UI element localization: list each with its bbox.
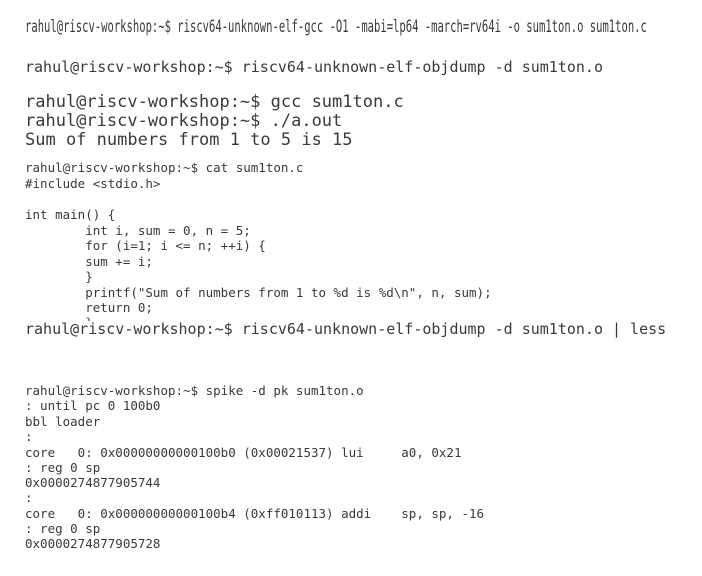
- source-line: int main() {: [25, 207, 116, 222]
- source-line: }: [25, 269, 93, 284]
- debug-line: : until pc 0 100b0: [25, 398, 161, 413]
- debug-line: bbl loader: [25, 414, 101, 429]
- gcc-command-line: rahul@riscv-workshop:~$ gcc sum1ton.c: [25, 92, 404, 112]
- debug-line: 0x0000274877905744: [25, 475, 161, 490]
- source-line: sum += i;: [25, 254, 153, 269]
- source-line: for (i=1; i <= n; ++i) {: [25, 238, 266, 253]
- objdump-less-command-line: rahul@riscv-workshop:~$ riscv64-unknown-…: [25, 320, 667, 338]
- source-line: #include <stdio.h>: [25, 176, 161, 191]
- run-command-line: rahul@riscv-workshop:~$ ./a.out: [25, 111, 343, 131]
- source-line: return 0;: [25, 300, 153, 315]
- program-output-line: Sum of numbers from 1 to 5 is 15: [25, 130, 353, 150]
- debug-line: core 0: 0x00000000000100b0 (0x00021537) …: [25, 445, 462, 460]
- spike-command-line: rahul@riscv-workshop:~$ spike -d pk sum1…: [25, 383, 364, 398]
- debug-line: : reg 0 sp: [25, 460, 101, 475]
- source-line: printf("Sum of numbers from 1 to %d is %…: [25, 285, 492, 300]
- debug-line: : reg 0 sp: [25, 521, 101, 536]
- debug-line: core 0: 0x00000000000100b4 (0xff010113) …: [25, 506, 485, 521]
- objdump-command-line: rahul@riscv-workshop:~$ riscv64-unknown-…: [25, 58, 603, 76]
- debug-line: :: [25, 429, 33, 444]
- debug-line: :: [25, 490, 33, 505]
- compile-command-line: rahul@riscv-workshop:~$ riscv64-unknown-…: [25, 17, 647, 37]
- cat-command-line: rahul@riscv-workshop:~$ cat sum1ton.c: [25, 160, 304, 175]
- source-line: int i, sum = 0, n = 5;: [25, 223, 251, 238]
- debug-line: 0x0000274877905728: [25, 536, 161, 551]
